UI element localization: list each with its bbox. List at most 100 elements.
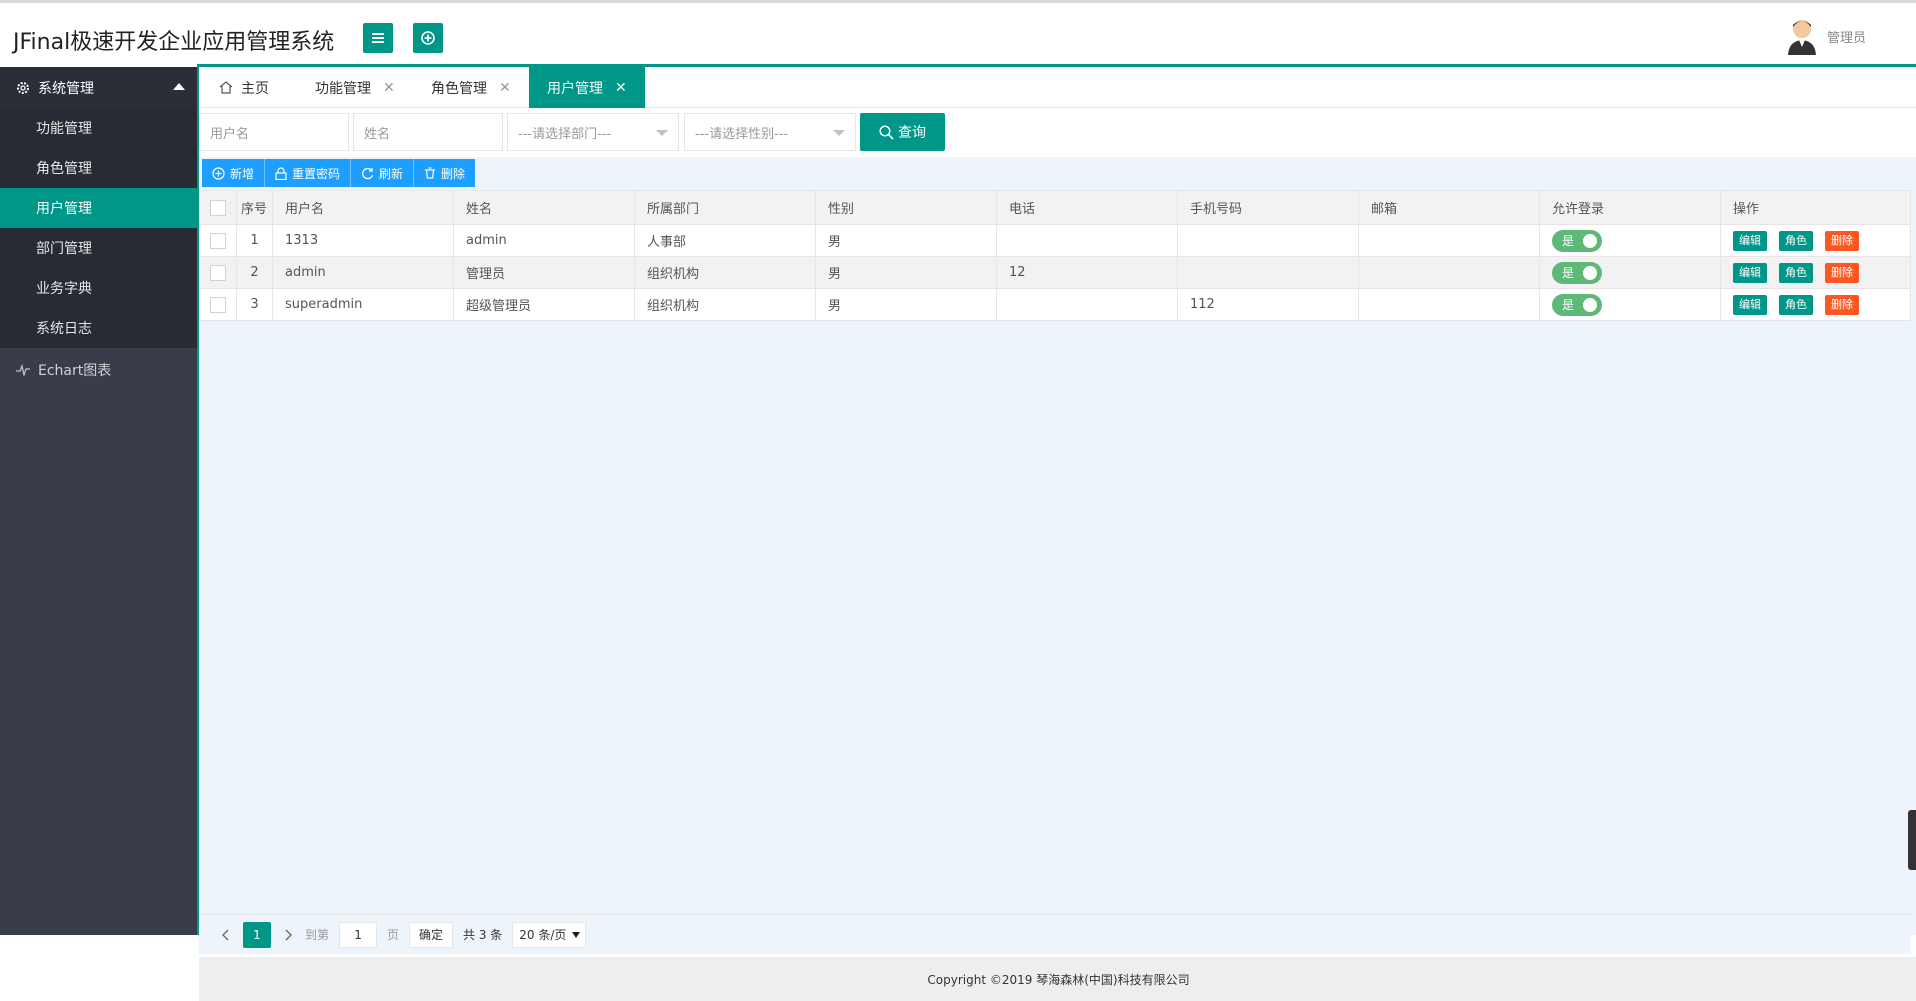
select-all-checkbox[interactable]: [210, 199, 226, 216]
login-toggle[interactable]: 是: [1552, 293, 1602, 316]
copyright-text: Copyright ©2019 琴海森林(中国)科技有限公司: [927, 972, 1190, 987]
sidebar-item-function[interactable]: 功能管理: [0, 108, 197, 148]
refresh-button[interactable]: 刷新: [351, 159, 415, 187]
role-button[interactable]: 角色: [1779, 262, 1813, 283]
table-row: 2 admin 管理员 组织机构 男 12 是 编辑 角色 删除: [199, 256, 1911, 289]
cell-gender: 男: [815, 224, 997, 257]
sidebar-group-echart[interactable]: Echart图表: [0, 348, 197, 392]
role-button[interactable]: 角色: [1779, 294, 1813, 315]
sidebar-item-log[interactable]: 系统日志: [0, 308, 197, 348]
cell-ops: 编辑 角色 删除: [1720, 224, 1911, 257]
tab-label: 角色管理: [431, 80, 487, 97]
tab-label: 用户管理: [547, 80, 603, 97]
cell-phone: [996, 224, 1178, 257]
close-icon[interactable]: ✕: [499, 80, 511, 96]
column-header: 操作: [1720, 190, 1911, 225]
app-header: JFinal极速开发企业应用管理系统 管理员: [0, 3, 1916, 65]
login-toggle[interactable]: 是: [1552, 229, 1602, 252]
cell-username: 1313: [272, 224, 454, 257]
fullscreen-button[interactable]: [413, 23, 443, 53]
pagination: 1 到第 1 页 确定 共 3 条 20 条/页: [199, 914, 1911, 954]
edit-button[interactable]: 编辑: [1733, 262, 1767, 283]
select-all-cell[interactable]: [199, 190, 237, 225]
sidebar-group-system[interactable]: 系统管理: [0, 67, 197, 108]
cell-username: admin: [272, 256, 454, 289]
cell-name: 超级管理员: [453, 288, 635, 321]
reset-password-label: 重置密码: [292, 166, 341, 181]
side-scroll-handle[interactable]: [1908, 810, 1916, 870]
role-button[interactable]: 角色: [1779, 230, 1813, 251]
cell-no: 2: [236, 256, 273, 289]
edit-button[interactable]: 编辑: [1733, 294, 1767, 315]
cell-email: [1358, 256, 1540, 289]
toolbar: 新增 重置密码 刷新 删除: [202, 159, 476, 187]
cell-gender: 男: [815, 288, 997, 321]
column-header: 所属部门: [634, 190, 816, 225]
department-placeholder: ---请选择部门---: [518, 126, 612, 142]
cell-mobile: 112: [1177, 288, 1359, 321]
sidebar-item-user[interactable]: 用户管理: [0, 188, 197, 228]
cell-email: [1358, 288, 1540, 321]
close-icon[interactable]: ✕: [383, 80, 395, 96]
close-icon[interactable]: ✕: [615, 80, 627, 96]
user-menu[interactable]: 管理员: [1785, 17, 1866, 55]
chevron-up-icon: [173, 83, 185, 90]
username-input[interactable]: 用户名: [199, 113, 349, 151]
tab-user[interactable]: 用户管理 ✕: [529, 67, 645, 108]
delete-button[interactable]: 删除: [414, 159, 476, 187]
cell-dept: 组织机构: [634, 288, 816, 321]
hamburger-icon: [372, 33, 384, 43]
row-checkbox[interactable]: [210, 264, 226, 281]
sidebar: 系统管理 功能管理 角色管理 用户管理 部门管理 业务字典 系统日志 Echar…: [0, 67, 197, 935]
lock-icon: [275, 166, 287, 180]
edit-button[interactable]: 编辑: [1733, 230, 1767, 251]
add-button[interactable]: 新增: [202, 159, 266, 187]
cell-phone: 12: [996, 256, 1178, 289]
delete-row-button[interactable]: 删除: [1825, 230, 1859, 251]
tab-home[interactable]: 主页: [219, 67, 269, 108]
table-header-row: 序号 用户名 姓名 所属部门 性别 电话 手机号码 邮箱 允许登录 操作: [199, 190, 1911, 225]
username-placeholder: 用户名: [210, 126, 250, 142]
reset-password-button[interactable]: 重置密码: [265, 159, 352, 187]
toggle-label: 是: [1562, 266, 1575, 280]
delete-row-button[interactable]: 删除: [1825, 294, 1859, 315]
tab-role[interactable]: 角色管理 ✕: [431, 67, 511, 108]
row-select-cell[interactable]: [199, 256, 237, 289]
gender-select[interactable]: ---请选择性别---: [684, 113, 856, 151]
delete-row-button[interactable]: 删除: [1825, 262, 1859, 283]
gear-icon: [16, 81, 30, 95]
add-label: 新增: [230, 166, 255, 181]
sidebar-item-role[interactable]: 角色管理: [0, 148, 197, 188]
tab-function[interactable]: 功能管理 ✕: [315, 67, 395, 108]
query-button[interactable]: 查询: [860, 113, 945, 151]
trash-icon: [425, 167, 436, 179]
column-header: 电话: [996, 190, 1178, 225]
column-header: 姓名: [453, 190, 635, 225]
name-input[interactable]: 姓名: [353, 113, 503, 151]
login-toggle[interactable]: 是: [1552, 261, 1602, 284]
pulse-icon: [16, 364, 30, 376]
column-header: 用户名: [272, 190, 454, 225]
toggle-knob: [1583, 265, 1597, 280]
cell-ops: 编辑 角色 删除: [1720, 256, 1911, 289]
sidebar-item-department[interactable]: 部门管理: [0, 228, 197, 268]
department-select[interactable]: ---请选择部门---: [507, 113, 679, 151]
cell-phone: [996, 288, 1178, 321]
menu-toggle-button[interactable]: [363, 23, 393, 53]
row-select-cell[interactable]: [199, 224, 237, 257]
row-checkbox[interactable]: [210, 296, 226, 313]
plus-circle-icon: [212, 166, 225, 180]
column-header: 允许登录: [1539, 190, 1721, 225]
row-checkbox[interactable]: [210, 232, 226, 249]
column-header: 性别: [815, 190, 997, 225]
main-area: 主页 功能管理 ✕ 角色管理 ✕ 用户管理 ✕ 用户名 姓名 ---请选择部门-…: [197, 67, 1916, 1001]
column-header: 邮箱: [1358, 190, 1540, 225]
toggle-knob: [1583, 297, 1597, 312]
row-select-cell[interactable]: [199, 288, 237, 321]
delete-label: 删除: [441, 166, 466, 181]
app-title: JFinal极速开发企业应用管理系统: [13, 30, 335, 55]
cell-name: 管理员: [453, 256, 635, 289]
sidebar-item-dictionary[interactable]: 业务字典: [0, 268, 197, 308]
tab-bar: 主页 功能管理 ✕ 角色管理 ✕ 用户管理 ✕: [199, 67, 1916, 108]
home-icon: [219, 81, 233, 94]
